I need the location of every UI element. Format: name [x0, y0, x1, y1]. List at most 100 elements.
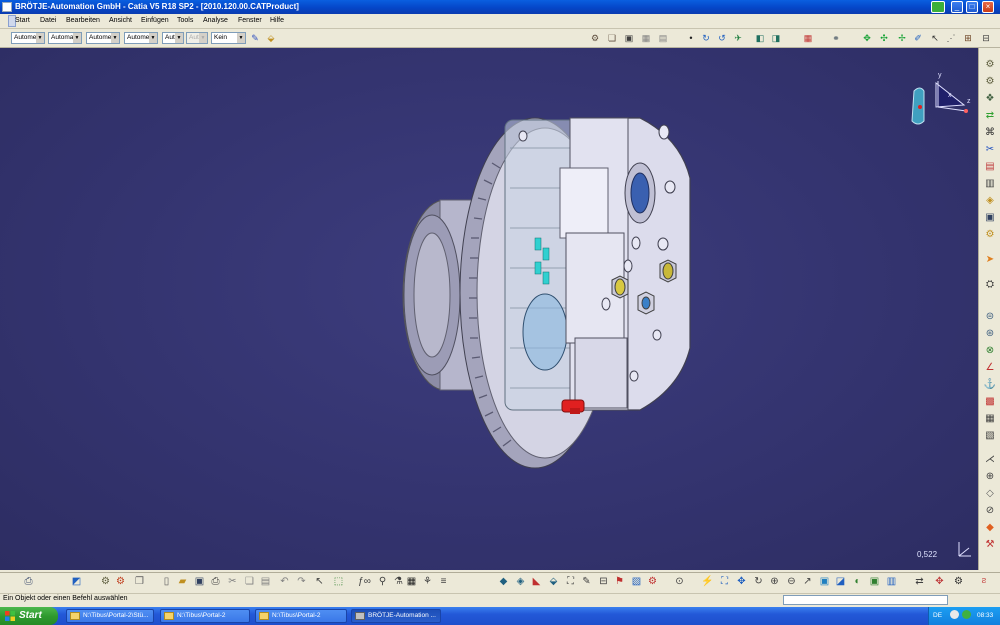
menu-bearbeiten[interactable]: Bearbeiten	[66, 17, 100, 24]
paste-icon[interactable]: ▤	[259, 575, 272, 588]
save-file-icon[interactable]: ▣	[193, 575, 206, 588]
publish-icon[interactable]: ◈	[983, 194, 997, 208]
chevron-down-icon[interactable]: ▼	[111, 33, 119, 43]
catalog-browser-icon[interactable]: ▧	[630, 575, 643, 588]
clash-analysis-icon[interactable]: ⚒	[983, 538, 997, 552]
product-icon[interactable]: ⚙	[983, 58, 997, 72]
design-table-icon[interactable]: ≡	[437, 575, 450, 588]
shading-icon[interactable]: ◪	[834, 575, 847, 588]
hide-show-icon[interactable]: ◐	[851, 575, 864, 588]
snapshot-icon[interactable]: ❏	[606, 32, 618, 44]
scene-icon[interactable]: ⚙	[646, 575, 659, 588]
quick-constraint-icon[interactable]: ▦	[983, 412, 997, 426]
print-icon[interactable]: ▤	[657, 32, 669, 44]
graphic-property-combo-5[interactable]: Aut ▼	[162, 32, 184, 44]
angle-icon[interactable]: ∠	[983, 361, 997, 375]
explode-icon[interactable]: ➤	[983, 253, 997, 267]
taskbar-item-catia[interactable]: BRÖTJE-Automation ...	[351, 609, 441, 623]
multi-view-icon[interactable]: ⬙	[547, 575, 560, 588]
dot-icon[interactable]: •	[685, 32, 697, 44]
tool-icon[interactable]: ◨	[770, 32, 782, 44]
network-icon[interactable]	[950, 610, 959, 619]
fix-together-icon[interactable]: ▩	[983, 395, 997, 409]
hyperlink-icon[interactable]: ⊙	[673, 575, 686, 588]
offset-icon[interactable]: ⊗	[983, 344, 997, 358]
snap-icon[interactable]: ⚙	[983, 228, 997, 242]
move-icon[interactable]: ✥	[861, 32, 873, 44]
manipulation-icon[interactable]: ▣	[983, 211, 997, 225]
law-icon[interactable]: ⚗	[392, 575, 405, 588]
layer-combo[interactable]: Kein ▼	[211, 32, 246, 44]
save-icon[interactable]: ⎙	[22, 575, 35, 588]
menu-analyse[interactable]: Analyse	[203, 17, 228, 24]
fly-icon[interactable]: ✈	[732, 32, 744, 44]
catia-status-icon[interactable]	[931, 1, 945, 13]
hide-icon[interactable]: ✥	[933, 575, 946, 588]
paint-icon[interactable]: ✎	[249, 32, 261, 44]
existing-component-icon[interactable]: ❖	[983, 92, 997, 106]
change-constraint-icon[interactable]: ⋌	[983, 453, 997, 467]
maximize-button[interactable]: □	[966, 1, 978, 13]
fly-mode-icon[interactable]: ⚡	[701, 575, 714, 588]
group-icon[interactable]: ⚑	[613, 575, 626, 588]
renumber-icon[interactable]: ✂	[983, 143, 997, 157]
grid-icon[interactable]: ▦	[802, 32, 814, 44]
menu-start[interactable]: Start	[15, 17, 30, 24]
brake-assembly-model[interactable]	[0, 48, 978, 570]
swap-icon[interactable]: ▣	[868, 575, 881, 588]
start-button[interactable]: Start	[0, 607, 58, 625]
zoom-in-icon[interactable]: ⊕	[768, 575, 781, 588]
measure-item-icon[interactable]: ⊟	[980, 32, 992, 44]
chevron-down-icon[interactable]: ▼	[36, 33, 44, 43]
contact-icon[interactable]: ⊛	[983, 327, 997, 341]
taskbar-item-folder-3[interactable]: N:\Tibus\Portal-2	[255, 609, 347, 623]
compass-icon[interactable]	[908, 73, 974, 125]
open-icon[interactable]: ▰	[176, 575, 189, 588]
explode-icon[interactable]: ✐	[912, 32, 924, 44]
help-icon[interactable]: ⚙	[952, 575, 965, 588]
power-input-field[interactable]	[783, 595, 948, 605]
chevron-down-icon[interactable]: ▼	[149, 33, 157, 43]
sectioning-icon[interactable]: ◆	[983, 521, 997, 535]
3d-viewport[interactable]: y x z	[0, 48, 978, 570]
bom-icon[interactable]: ▤	[983, 160, 997, 174]
knowledge-icon[interactable]: ⚲	[376, 575, 389, 588]
rotate-icon[interactable]: ↻	[700, 32, 712, 44]
fog-icon[interactable]: ƒ∞	[358, 575, 371, 588]
cube-icon[interactable]: ◆	[497, 575, 510, 588]
print-icon[interactable]: ⎙	[209, 575, 222, 588]
iso-view-icon[interactable]: ▣	[818, 575, 831, 588]
graph-icon[interactable]: ⌘	[983, 126, 997, 140]
menu-fenster[interactable]: Fenster	[238, 17, 262, 24]
formula-icon[interactable]: ⬚	[332, 575, 345, 588]
compass-icon[interactable]: ✣	[878, 32, 890, 44]
flexible-icon[interactable]: ▧	[983, 429, 997, 443]
minimize-button[interactable]: _	[951, 1, 963, 13]
stop-icon[interactable]: ⛭	[983, 278, 997, 292]
filter-icon[interactable]: ⊟	[597, 575, 610, 588]
reuse-pattern-icon[interactable]: ⊕	[983, 470, 997, 484]
zoom-out-icon[interactable]: ⊖	[785, 575, 798, 588]
render-style-icon[interactable]: ▥	[885, 575, 898, 588]
taskbar-item-folder-2[interactable]: N:\Tibus\Portal-2	[160, 609, 250, 623]
ruler-icon[interactable]: ⛶	[564, 575, 577, 588]
clash-icon[interactable]: ↖	[929, 32, 941, 44]
redo-icon[interactable]: ↷	[295, 575, 308, 588]
deactivate-icon[interactable]: ⊘	[983, 504, 997, 518]
select-icon[interactable]: ⚙	[99, 575, 112, 588]
graphic-property-combo-1[interactable]: Autome ▼	[11, 32, 45, 44]
fit-all-icon[interactable]: ◣	[530, 575, 543, 588]
format-painter-icon[interactable]: ⬙	[265, 32, 277, 44]
pan-icon[interactable]: ✥	[735, 575, 748, 588]
replace-icon[interactable]: ⇄	[983, 109, 997, 123]
part-icon[interactable]: ▥	[983, 177, 997, 191]
menu-hilfe[interactable]: Hilfe	[270, 17, 284, 24]
coincidence-icon[interactable]: ⊜	[983, 310, 997, 324]
normal-view-icon[interactable]: ◈	[514, 575, 527, 588]
graphic-property-combo-2[interactable]: Automa ▼	[48, 32, 82, 44]
chevron-down-icon[interactable]: ▼	[175, 33, 183, 43]
security-icon[interactable]	[962, 610, 971, 619]
fix-icon[interactable]: ⚓	[983, 378, 997, 392]
table-icon[interactable]: ▦	[405, 575, 418, 588]
rotate-icon[interactable]: ↻	[752, 575, 765, 588]
